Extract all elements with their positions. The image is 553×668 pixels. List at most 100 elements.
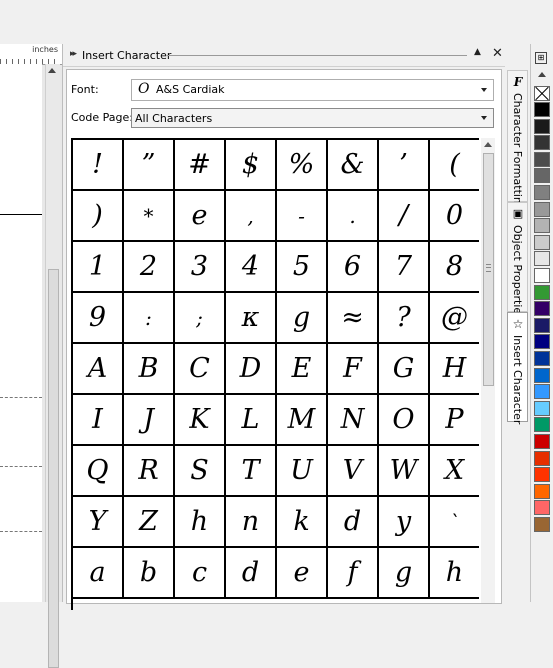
character-cell[interactable]: ; [175,293,226,344]
character-cell[interactable]: y [379,497,430,548]
palette-menu-icon[interactable]: ⊞ [535,52,547,64]
color-swatch[interactable] [534,151,550,167]
character-cell[interactable]: h [430,548,479,599]
scroll-up-arrow-icon[interactable] [484,142,492,147]
close-icon[interactable]: ✕ [492,47,503,61]
character-cell[interactable]: S [175,446,226,497]
character-cell[interactable]: g [277,293,328,344]
character-cell[interactable]: H [430,344,479,395]
character-cell[interactable]: 5 [277,242,328,293]
collapse-triangle-icon[interactable]: ▲ [474,47,481,57]
character-grid[interactable]: !” # $% &’() * e, -./0 1 2 3 4 5 6 7 8 9:; κ g ≈? @ A B C D E F G H… [71,138,479,610]
color-swatch[interactable] [534,483,550,499]
character-cell[interactable]: W [379,446,430,497]
no-color-swatch[interactable] [534,86,550,101]
color-swatch[interactable] [534,317,550,333]
character-cell[interactable]: c [175,548,226,599]
character-cell[interactable]: Y [73,497,124,548]
character-cell[interactable]: C [175,344,226,395]
character-cell[interactable]: : [124,293,175,344]
character-cell[interactable]: M [277,395,328,446]
color-swatch[interactable] [534,284,550,300]
character-cell[interactable]: - [277,191,328,242]
character-cell[interactable]: B [124,344,175,395]
character-cell[interactable]: U [277,446,328,497]
character-grid-scrollbar[interactable] [481,138,495,603]
character-cell[interactable]: R [124,446,175,497]
character-cell[interactable]: ` [430,497,479,548]
character-cell[interactable]: V [328,446,379,497]
color-swatch[interactable] [534,434,550,449]
color-swatch[interactable] [534,135,550,151]
character-cell[interactable]: 2 [124,242,175,293]
character-cell[interactable]: 7 [379,242,430,293]
color-swatch[interactable] [534,384,550,400]
color-swatch[interactable] [534,168,550,184]
color-swatch[interactable] [534,467,550,483]
character-cell[interactable]: J [124,395,175,446]
character-cell[interactable]: e [277,548,328,599]
color-swatch[interactable] [534,351,550,366]
character-cell[interactable]: 3 [175,242,226,293]
character-cell[interactable]: I [73,395,124,446]
character-cell[interactable]: G [379,344,430,395]
character-cell[interactable]: k [277,497,328,548]
character-cell[interactable]: 6 [328,242,379,293]
color-swatch[interactable] [534,517,550,532]
font-dropdown[interactable]: O A&S Cardiak [131,79,494,101]
color-swatch[interactable] [534,118,550,134]
character-cell[interactable]: 9 [73,293,124,344]
scroll-thumb[interactable] [483,153,494,386]
palette-scroll-up-icon[interactable] [538,72,546,77]
canvas-vertical-scrollbar[interactable] [45,64,60,668]
color-swatch[interactable] [534,301,550,317]
docker-title-bar[interactable]: ▸▸ Insert Character ▲ ✕ [63,44,506,67]
character-cell[interactable]: d [226,548,277,599]
color-swatch[interactable] [534,102,550,117]
code-page-dropdown[interactable]: All Characters [131,108,494,128]
character-cell[interactable]: $ [226,140,277,191]
character-cell[interactable]: * [124,191,175,242]
scroll-thumb[interactable] [48,269,59,668]
character-cell[interactable]: / [379,191,430,242]
color-swatch[interactable] [534,234,550,250]
character-cell[interactable]: ( [430,140,479,191]
color-swatch[interactable] [534,185,550,200]
character-cell[interactable]: 0 [430,191,479,242]
expand-arrows-icon[interactable]: ▸▸ [70,49,77,59]
color-swatch[interactable] [534,417,550,433]
character-cell[interactable]: g [379,548,430,599]
character-cell[interactable]: 1 [73,242,124,293]
character-cell[interactable]: % [277,140,328,191]
horizontal-ruler[interactable]: inches [0,44,62,65]
chevron-down-icon[interactable] [481,88,487,92]
character-cell[interactable]: ’ [379,140,430,191]
chevron-down-icon[interactable] [481,116,487,120]
drawing-canvas-area[interactable]: inches [0,0,62,668]
character-cell[interactable]: ! [73,140,124,191]
color-swatch[interactable] [534,268,550,283]
character-cell[interactable]: & [328,140,379,191]
tab-character-formatting[interactable]: F Character Formatting [507,70,528,211]
character-cell[interactable]: 4 [226,242,277,293]
tab-insert-character[interactable]: ☆ Insert Character [507,312,528,424]
character-cell[interactable]: Z [124,497,175,548]
color-swatch[interactable] [534,367,550,383]
color-swatch[interactable] [534,400,550,416]
document-page[interactable] [0,64,42,602]
scroll-up-arrow-icon[interactable] [48,68,56,73]
character-cell[interactable]: ≈ [328,293,379,344]
character-cell[interactable]: K [175,395,226,446]
character-cell[interactable]: d [328,497,379,548]
character-cell[interactable]: T [226,446,277,497]
character-cell[interactable]: 8 [430,242,479,293]
character-cell[interactable]: P [430,395,479,446]
character-cell[interactable]: # [175,140,226,191]
character-cell[interactable]: L [226,395,277,446]
color-swatch[interactable] [534,251,550,267]
color-swatch[interactable] [534,450,550,466]
character-cell[interactable]: Q [73,446,124,497]
character-cell[interactable]: h [175,497,226,548]
character-cell[interactable]: N [328,395,379,446]
tab-object-properties[interactable]: ▣ Object Properties [507,202,528,320]
